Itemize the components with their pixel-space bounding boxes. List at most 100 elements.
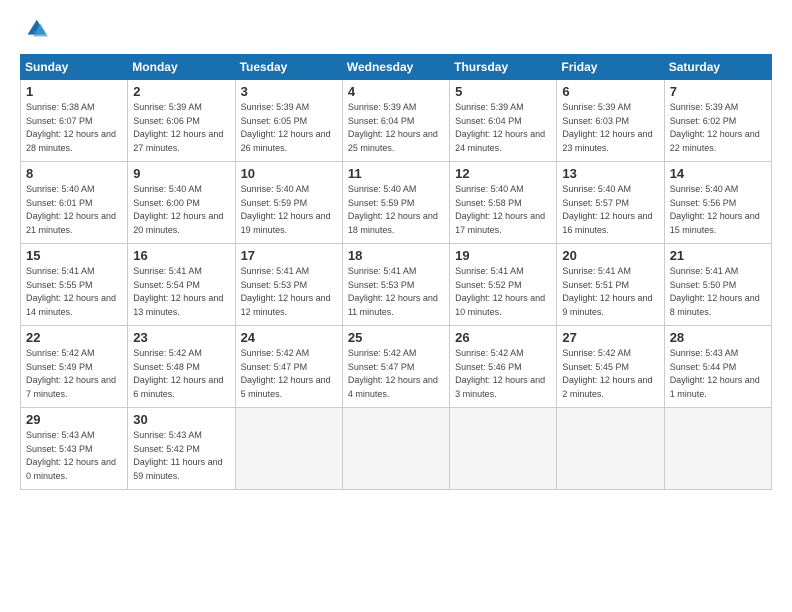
calendar-cell: 8 Sunrise: 5:40 AMSunset: 6:01 PMDayligh… — [21, 162, 128, 244]
day-info: Sunrise: 5:39 AMSunset: 6:02 PMDaylight:… — [670, 102, 760, 153]
day-info: Sunrise: 5:40 AMSunset: 5:57 PMDaylight:… — [562, 184, 652, 235]
day-info: Sunrise: 5:40 AMSunset: 6:01 PMDaylight:… — [26, 184, 116, 235]
day-info: Sunrise: 5:42 AMSunset: 5:47 PMDaylight:… — [348, 348, 438, 399]
calendar-cell: 6 Sunrise: 5:39 AMSunset: 6:03 PMDayligh… — [557, 80, 664, 162]
day-number: 14 — [670, 166, 766, 181]
calendar-cell: 25 Sunrise: 5:42 AMSunset: 5:47 PMDaylig… — [342, 326, 449, 408]
calendar-cell: 30 Sunrise: 5:43 AMSunset: 5:42 PMDaylig… — [128, 408, 235, 490]
day-number: 1 — [26, 84, 122, 99]
day-number: 10 — [241, 166, 337, 181]
calendar-cell — [342, 408, 449, 490]
calendar-cell: 21 Sunrise: 5:41 AMSunset: 5:50 PMDaylig… — [664, 244, 771, 326]
calendar-cell: 26 Sunrise: 5:42 AMSunset: 5:46 PMDaylig… — [450, 326, 557, 408]
day-info: Sunrise: 5:43 AMSunset: 5:42 PMDaylight:… — [133, 430, 222, 481]
column-header-sunday: Sunday — [21, 55, 128, 80]
calendar-cell: 1 Sunrise: 5:38 AMSunset: 6:07 PMDayligh… — [21, 80, 128, 162]
day-number: 13 — [562, 166, 658, 181]
calendar-cell: 17 Sunrise: 5:41 AMSunset: 5:53 PMDaylig… — [235, 244, 342, 326]
calendar-cell: 24 Sunrise: 5:42 AMSunset: 5:47 PMDaylig… — [235, 326, 342, 408]
calendar-cell: 11 Sunrise: 5:40 AMSunset: 5:59 PMDaylig… — [342, 162, 449, 244]
day-number: 6 — [562, 84, 658, 99]
calendar-week-4: 22 Sunrise: 5:42 AMSunset: 5:49 PMDaylig… — [21, 326, 772, 408]
calendar-cell: 23 Sunrise: 5:42 AMSunset: 5:48 PMDaylig… — [128, 326, 235, 408]
calendar-cell: 20 Sunrise: 5:41 AMSunset: 5:51 PMDaylig… — [557, 244, 664, 326]
column-header-wednesday: Wednesday — [342, 55, 449, 80]
calendar-cell — [450, 408, 557, 490]
day-number: 11 — [348, 166, 444, 181]
calendar-cell: 27 Sunrise: 5:42 AMSunset: 5:45 PMDaylig… — [557, 326, 664, 408]
day-info: Sunrise: 5:42 AMSunset: 5:49 PMDaylight:… — [26, 348, 116, 399]
calendar-week-5: 29 Sunrise: 5:43 AMSunset: 5:43 PMDaylig… — [21, 408, 772, 490]
day-info: Sunrise: 5:43 AMSunset: 5:43 PMDaylight:… — [26, 430, 116, 481]
day-info: Sunrise: 5:42 AMSunset: 5:48 PMDaylight:… — [133, 348, 223, 399]
day-number: 26 — [455, 330, 551, 345]
day-info: Sunrise: 5:39 AMSunset: 6:06 PMDaylight:… — [133, 102, 223, 153]
day-number: 8 — [26, 166, 122, 181]
day-number: 9 — [133, 166, 229, 181]
day-number: 29 — [26, 412, 122, 427]
calendar-cell — [235, 408, 342, 490]
calendar-cell: 2 Sunrise: 5:39 AMSunset: 6:06 PMDayligh… — [128, 80, 235, 162]
day-number: 25 — [348, 330, 444, 345]
day-number: 18 — [348, 248, 444, 263]
calendar-cell: 12 Sunrise: 5:40 AMSunset: 5:58 PMDaylig… — [450, 162, 557, 244]
calendar-cell: 13 Sunrise: 5:40 AMSunset: 5:57 PMDaylig… — [557, 162, 664, 244]
day-number: 24 — [241, 330, 337, 345]
day-info: Sunrise: 5:41 AMSunset: 5:54 PMDaylight:… — [133, 266, 223, 317]
day-info: Sunrise: 5:40 AMSunset: 5:56 PMDaylight:… — [670, 184, 760, 235]
day-number: 12 — [455, 166, 551, 181]
calendar-cell: 18 Sunrise: 5:41 AMSunset: 5:53 PMDaylig… — [342, 244, 449, 326]
day-number: 19 — [455, 248, 551, 263]
day-number: 28 — [670, 330, 766, 345]
day-number: 5 — [455, 84, 551, 99]
column-header-thursday: Thursday — [450, 55, 557, 80]
logo — [20, 16, 52, 44]
day-info: Sunrise: 5:40 AMSunset: 5:59 PMDaylight:… — [241, 184, 331, 235]
column-header-saturday: Saturday — [664, 55, 771, 80]
day-number: 22 — [26, 330, 122, 345]
calendar-cell: 4 Sunrise: 5:39 AMSunset: 6:04 PMDayligh… — [342, 80, 449, 162]
logo-icon — [20, 16, 48, 44]
calendar-cell: 5 Sunrise: 5:39 AMSunset: 6:04 PMDayligh… — [450, 80, 557, 162]
calendar-cell — [557, 408, 664, 490]
column-header-tuesday: Tuesday — [235, 55, 342, 80]
calendar-cell: 7 Sunrise: 5:39 AMSunset: 6:02 PMDayligh… — [664, 80, 771, 162]
day-number: 4 — [348, 84, 444, 99]
day-number: 15 — [26, 248, 122, 263]
day-info: Sunrise: 5:41 AMSunset: 5:50 PMDaylight:… — [670, 266, 760, 317]
calendar-week-1: 1 Sunrise: 5:38 AMSunset: 6:07 PMDayligh… — [21, 80, 772, 162]
calendar-cell: 19 Sunrise: 5:41 AMSunset: 5:52 PMDaylig… — [450, 244, 557, 326]
day-number: 30 — [133, 412, 229, 427]
calendar-table: SundayMondayTuesdayWednesdayThursdayFrid… — [20, 54, 772, 490]
day-info: Sunrise: 5:39 AMSunset: 6:04 PMDaylight:… — [455, 102, 545, 153]
calendar-cell: 9 Sunrise: 5:40 AMSunset: 6:00 PMDayligh… — [128, 162, 235, 244]
calendar-cell — [664, 408, 771, 490]
day-info: Sunrise: 5:38 AMSunset: 6:07 PMDaylight:… — [26, 102, 116, 153]
day-number: 23 — [133, 330, 229, 345]
day-info: Sunrise: 5:39 AMSunset: 6:03 PMDaylight:… — [562, 102, 652, 153]
day-info: Sunrise: 5:41 AMSunset: 5:51 PMDaylight:… — [562, 266, 652, 317]
day-info: Sunrise: 5:42 AMSunset: 5:45 PMDaylight:… — [562, 348, 652, 399]
calendar-cell: 14 Sunrise: 5:40 AMSunset: 5:56 PMDaylig… — [664, 162, 771, 244]
day-number: 16 — [133, 248, 229, 263]
day-number: 7 — [670, 84, 766, 99]
day-info: Sunrise: 5:39 AMSunset: 6:04 PMDaylight:… — [348, 102, 438, 153]
day-info: Sunrise: 5:40 AMSunset: 6:00 PMDaylight:… — [133, 184, 223, 235]
day-info: Sunrise: 5:40 AMSunset: 5:59 PMDaylight:… — [348, 184, 438, 235]
day-info: Sunrise: 5:41 AMSunset: 5:52 PMDaylight:… — [455, 266, 545, 317]
day-info: Sunrise: 5:43 AMSunset: 5:44 PMDaylight:… — [670, 348, 760, 399]
calendar-cell: 10 Sunrise: 5:40 AMSunset: 5:59 PMDaylig… — [235, 162, 342, 244]
calendar-cell: 15 Sunrise: 5:41 AMSunset: 5:55 PMDaylig… — [21, 244, 128, 326]
calendar-week-3: 15 Sunrise: 5:41 AMSunset: 5:55 PMDaylig… — [21, 244, 772, 326]
day-number: 2 — [133, 84, 229, 99]
day-number: 17 — [241, 248, 337, 263]
day-info: Sunrise: 5:40 AMSunset: 5:58 PMDaylight:… — [455, 184, 545, 235]
day-number: 27 — [562, 330, 658, 345]
page: SundayMondayTuesdayWednesdayThursdayFrid… — [0, 0, 792, 612]
day-number: 3 — [241, 84, 337, 99]
calendar-week-2: 8 Sunrise: 5:40 AMSunset: 6:01 PMDayligh… — [21, 162, 772, 244]
day-info: Sunrise: 5:41 AMSunset: 5:53 PMDaylight:… — [241, 266, 331, 317]
header — [20, 16, 772, 44]
calendar-header-row: SundayMondayTuesdayWednesdayThursdayFrid… — [21, 55, 772, 80]
calendar-cell: 16 Sunrise: 5:41 AMSunset: 5:54 PMDaylig… — [128, 244, 235, 326]
